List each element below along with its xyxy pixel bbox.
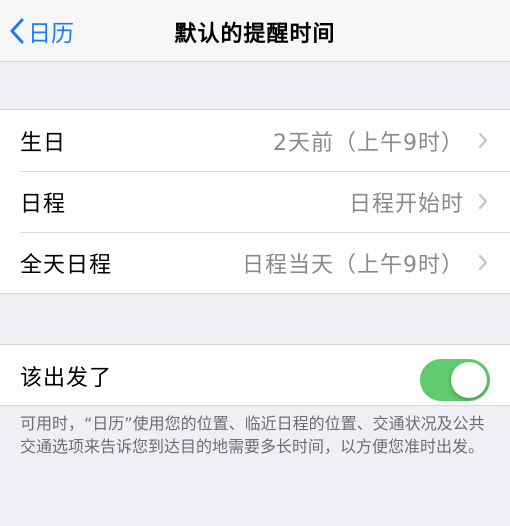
row-value: 2天前（上午9时） — [273, 130, 464, 156]
navigation-bar: 日历 默认的提醒时间 — [0, 0, 510, 62]
chevron-right-icon — [478, 132, 488, 153]
row-value: 日程开始时 — [348, 191, 464, 217]
row-label: 全天日程 — [20, 252, 113, 278]
chevron-right-icon — [478, 254, 488, 275]
row-time-to-leave: 该出发了 — [0, 345, 510, 406]
row-label: 该出发了 — [20, 365, 113, 391]
time-to-leave-group: 该出发了 — [0, 344, 510, 406]
row-all-day-event[interactable]: 全天日程 日程当天（上午9时） — [0, 232, 510, 293]
chevron-right-icon — [478, 193, 488, 214]
row-birthday[interactable]: 生日 2天前（上午9时） — [0, 110, 510, 171]
page-title: 默认的提醒时间 — [174, 22, 336, 47]
row-label: 生日 — [20, 130, 67, 156]
time-to-leave-footnote: 可用时，“日历”使用您的位置、临近日程的位置、交通状况及公共交通选项来告诉您到达… — [20, 414, 485, 456]
reminders-group: 生日 2天前（上午9时） 日程 日程开始时 全天日程 日程当天（上午9时） — [0, 109, 510, 294]
row-event[interactable]: 日程 日程开始时 — [0, 171, 510, 232]
row-label: 日程 — [20, 191, 67, 217]
row-value: 日程当天（上午9时） — [242, 252, 464, 278]
toggle-knob — [451, 362, 487, 398]
time-to-leave-toggle[interactable] — [420, 359, 490, 401]
